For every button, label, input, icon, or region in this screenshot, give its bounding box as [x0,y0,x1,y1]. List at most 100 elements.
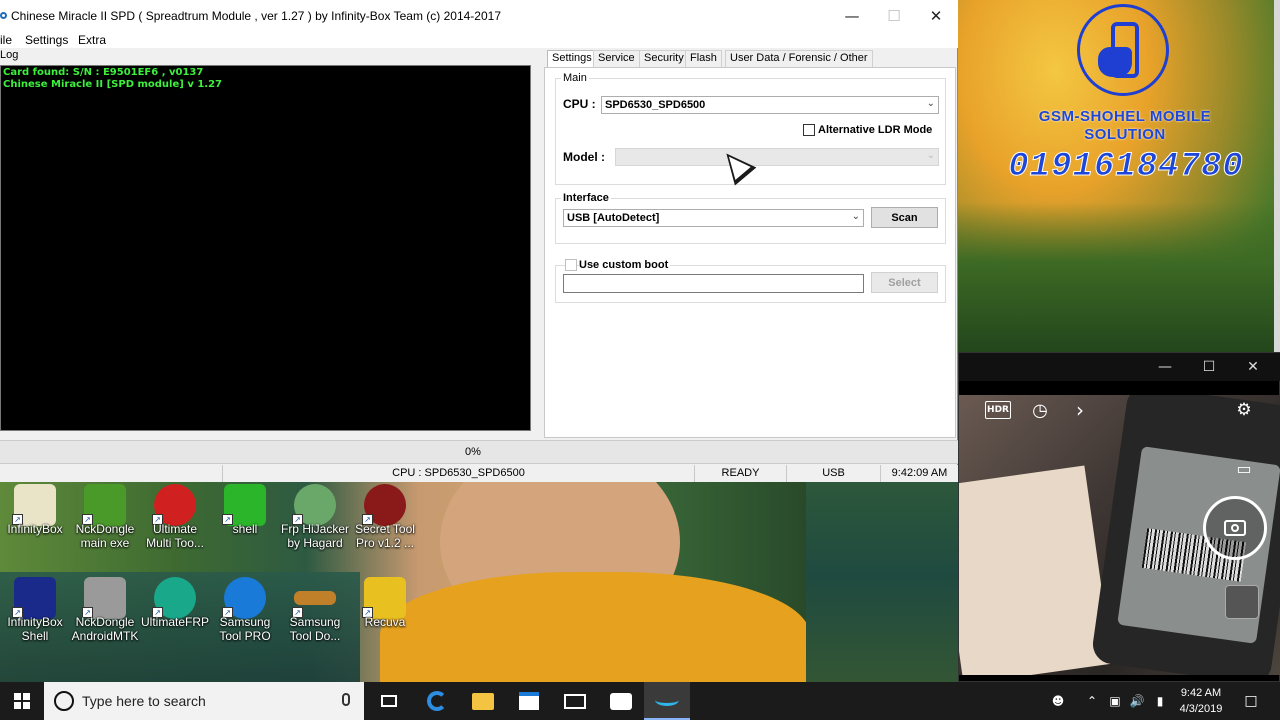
menu-bar: ile Settings Extra [0,32,958,48]
status-time: 9:42:09 AM [880,465,958,482]
webcam-person-shirt [380,572,806,682]
desktop-icon-infinitybox-shell[interactable]: ↗ InfinityBox Shell [0,577,70,667]
taskbar-store[interactable] [506,682,552,720]
edge-icon [427,691,447,711]
desktop-icon-label: InfinityBox Shell [7,615,63,643]
model-label: Model : [563,150,605,164]
custom-boot-checkbox[interactable] [565,259,577,271]
start-button[interactable] [0,682,44,720]
desktop-icon-label: NckDongle main exe [75,522,135,550]
wallpaper-trees [958,202,1280,352]
cpu-select[interactable]: SPD6530_SPD6500 ⌄ [601,96,939,114]
task-view-icon [381,695,397,707]
tab-security[interactable]: Security [639,50,689,67]
desktop-icon-ultimate-multi-tool[interactable]: ↗ Ultimate Multi Too... [140,484,210,574]
taskbar-file-explorer[interactable] [460,682,506,720]
close-button[interactable]: ✕ [914,0,958,32]
hdr-icon[interactable]: HDR [985,401,1011,419]
title-bar[interactable]: Chinese Miracle II SPD ( Spreadtrum Modu… [0,0,958,32]
taskbar-search[interactable]: Type here to search [44,682,364,720]
desktop-icon-secret-tool-pro[interactable]: ↗ Secret Tool Pro v1.2 ... [350,484,420,574]
system-clock[interactable]: 9:42 AM 4/3/2019 [1170,685,1232,717]
wallpaper-edge [1274,0,1280,352]
chevron-down-icon: ⌄ [851,211,860,222]
desktop-icon-label: Frp HiJacker by Hagard [280,522,349,550]
scan-button[interactable]: Scan [871,207,938,228]
chinese-miracle-icon [655,694,679,706]
desktop-icon-recuva[interactable]: ↗ Recuva [350,577,420,667]
battery-icon[interactable]: ▮ [1150,682,1170,720]
camera-icon [1224,520,1246,536]
minimize-button[interactable]: — [830,0,874,32]
gallery-thumbnail[interactable] [1225,585,1259,619]
more-options-icon[interactable]: › [1069,398,1091,422]
tab-flash[interactable]: Flash [685,50,722,67]
log-line: Chinese Miracle II [SPD module] v 1.27 [3,79,222,90]
show-hidden-icons-icon[interactable]: ⌃ [1082,682,1102,720]
taskbar-chinese-miracle[interactable] [644,682,690,720]
camera-maximize-button[interactable]: ☐ [1189,355,1229,379]
taskbar-edge[interactable] [414,682,460,720]
app-icon [0,12,7,19]
desktop-icon-frp-hijacker[interactable]: ↗ Frp HiJacker by Hagard [280,484,350,574]
tab-user-data[interactable]: User Data / Forensic / Other [725,50,873,67]
menu-settings[interactable]: Settings [25,33,68,47]
chevron-down-icon: ⌄ [926,150,935,161]
settings-panel: Main CPU : SPD6530_SPD6500 ⌄ Alternative… [544,67,956,438]
desktop-icon-nckdongle-androidmtk[interactable]: ↗ NckDongle AndroidMTK [70,577,140,667]
shutter-button[interactable] [1203,496,1267,560]
video-mode-icon[interactable]: ▭ [1231,457,1257,479]
select-button[interactable]: Select [871,272,938,293]
action-center-icon[interactable]: □ [1238,682,1264,720]
model-select[interactable]: ⌄ [615,148,939,166]
microphone-icon[interactable] [342,693,350,706]
status-state: READY [694,465,786,482]
camera-title-bar[interactable]: — ☐ ✕ [959,353,1280,381]
camera-minimize-button[interactable]: — [1145,355,1185,379]
taskbar-mail[interactable] [552,682,598,720]
status-port: USB [786,465,880,482]
alt-ldr-label: Alternative LDR Mode [818,124,933,136]
status-bar: CPU : SPD6530_SPD6500 READY USB 9:42:09 … [0,465,958,482]
camera-app-icon [610,692,632,710]
menu-file[interactable]: ile [0,33,12,47]
camera-settings-icon[interactable]: ⚙ [1231,399,1257,421]
tab-service[interactable]: Service [593,50,640,67]
custom-boot-path-input[interactable] [563,274,864,293]
tab-settings[interactable]: Settings [547,50,597,68]
cpu-select-value: SPD6530_SPD6500 [605,99,706,111]
desktop-icon-shell[interactable]: ↗ shell [210,484,280,574]
mail-icon [564,693,586,709]
desktop-icon-label: Ultimate Multi Too... [146,522,204,550]
samsung-tool-do-icon [294,591,336,605]
timer-icon[interactable]: ◷ [1027,399,1053,421]
camera-window: — ☐ ✕ HDR ◷ › ⚙ ▭ [958,352,1280,682]
taskbar-camera[interactable] [598,682,644,720]
desktop-icon-samsung-tool-do[interactable]: ↗ Samsung Tool Do... [280,577,350,667]
alt-ldr-checkbox[interactable] [803,124,815,136]
camera-close-button[interactable]: ✕ [1233,355,1273,379]
taskbar: Type here to search ☻ ⌃ ▣ 🔊 ▮ 9:42 AM 4/… [0,682,1280,720]
desktop-icon-nckdongle-main[interactable]: ↗ NckDongle main exe [70,484,140,574]
desktop-icon-label: NckDongle AndroidMTK [71,615,139,643]
people-icon[interactable]: ☻ [1046,682,1070,720]
desktop-icon-samsung-tool-pro[interactable]: ↗ Samsung Tool PRO [210,577,280,667]
task-view-button[interactable] [366,682,412,720]
desktop-icon-ultimatefrp[interactable]: ↗ UltimateFRP [140,577,210,667]
maximize-button[interactable]: ☐ [872,0,916,32]
menu-extra[interactable]: Extra [78,33,106,47]
chevron-down-icon: ⌄ [926,98,935,109]
network-icon[interactable]: ▣ [1104,682,1126,720]
interface-select[interactable]: USB [AutoDetect] ⌄ [563,209,864,227]
status-cpu: CPU : SPD6530_SPD6500 [222,465,694,482]
log-console[interactable]: Card found: S/N : E9501EF6 , v0137 Chine… [0,65,531,431]
volume-icon[interactable]: 🔊 [1126,682,1148,720]
desktop-icon-label: Samsung Tool Do... [289,615,341,643]
interface-select-value: USB [AutoDetect] [567,212,660,224]
desktop-icon-infinitybox[interactable]: ↗ InfinityBox [0,484,70,574]
camera-preview-paper [959,465,1113,675]
desktop-icon-label: Recuva [364,615,406,629]
desktop-icon-label: InfinityBox [7,522,63,536]
brand-name: GSM-SHOHEL MOBILE SOLUTION [1038,108,1212,143]
brand-phone-number: 01916184780 [1008,148,1244,187]
